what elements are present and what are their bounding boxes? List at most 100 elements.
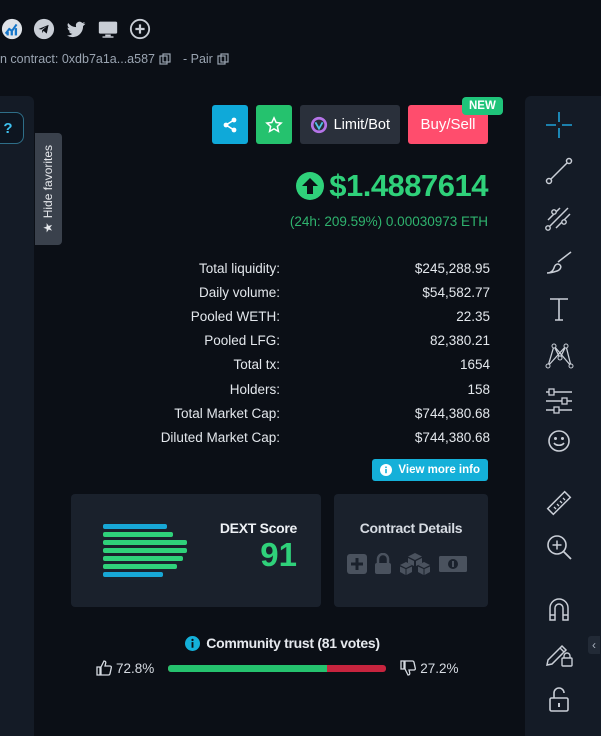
info-circle-icon[interactable] xyxy=(185,635,201,651)
pattern-tool[interactable] xyxy=(542,338,576,372)
emoji-tool[interactable] xyxy=(542,424,576,458)
view-more-info-button[interactable]: View more info xyxy=(372,459,488,481)
contract-details-card[interactable]: Contract Details xyxy=(334,494,488,607)
stat-value: $245,288.95 xyxy=(414,260,490,276)
thumbs-down-icon[interactable] xyxy=(400,660,417,676)
cubes-icon xyxy=(400,553,430,575)
fib-icon xyxy=(545,207,571,231)
star-icon: ★ xyxy=(41,222,56,234)
contract-address-line: n contract: 0xdb7a1a...a587 - Pair xyxy=(0,52,229,66)
arrow-up-circle-icon xyxy=(296,172,325,200)
brush-tool[interactable] xyxy=(542,246,576,280)
new-badge: NEW xyxy=(462,97,503,115)
stat-row-total-tx: Total tx: 1654 xyxy=(110,353,490,377)
trend-line-icon xyxy=(545,157,573,185)
stat-row-liquidity: Total liquidity: $245,288.95 xyxy=(110,256,490,280)
dext-score-label: DEXT Score xyxy=(219,520,297,536)
contract-details-label: Contract Details xyxy=(359,520,463,536)
unlock-icon xyxy=(549,687,569,712)
dext-score-card[interactable]: DEXT Score 91 xyxy=(71,494,321,607)
stat-value: 158 xyxy=(467,381,490,397)
crosshair-tool[interactable] xyxy=(542,108,576,142)
lock-icon xyxy=(375,553,391,574)
brush-icon xyxy=(546,251,572,274)
zoom-in-icon xyxy=(547,535,572,560)
stat-row-holders: Holders: 158 xyxy=(110,377,490,401)
community-trust-title: Community trust (81 votes) xyxy=(0,635,601,651)
stat-row-pooled-weth: Pooled WETH: 22.35 xyxy=(110,304,490,328)
stat-value: $744,380.68 xyxy=(414,429,490,445)
fib-tool[interactable] xyxy=(542,200,576,234)
social-icon-bar xyxy=(0,16,152,42)
stat-label: Diluted Market Cap: xyxy=(160,429,280,445)
magnet-tool[interactable] xyxy=(542,592,576,626)
info-icon xyxy=(380,464,393,476)
limit-bot-label: Limit/Bot xyxy=(333,116,390,133)
help-button[interactable]: ? xyxy=(0,112,24,144)
trust-up-percent: 72.8% xyxy=(116,660,155,676)
copy-contract-icon[interactable] xyxy=(159,53,171,65)
share-icon xyxy=(223,117,236,132)
chart-logo-icon[interactable] xyxy=(0,17,24,41)
prediction-tool[interactable] xyxy=(542,384,576,418)
stat-label: Daily volume: xyxy=(198,284,280,300)
pair-label: - Pair xyxy=(182,52,213,66)
price-row: $1.4887614 xyxy=(295,168,488,204)
token-stats: Total liquidity: $245,288.95 Daily volume… xyxy=(110,256,490,450)
lock-pencil-icon xyxy=(546,644,573,667)
stat-label: Pooled WETH: xyxy=(190,308,280,324)
buy-sell-label: Buy/Sell xyxy=(420,116,476,133)
contract-icons xyxy=(346,552,468,576)
star-outline-icon xyxy=(264,115,283,133)
copy-pair-icon[interactable] xyxy=(217,53,229,65)
share-button[interactable] xyxy=(211,105,248,144)
stat-label: Holders: xyxy=(229,381,280,397)
ruler-tool[interactable] xyxy=(542,486,576,520)
stat-value: $54,582.77 xyxy=(422,284,490,300)
twitter-icon[interactable] xyxy=(64,17,88,41)
website-icon[interactable] xyxy=(96,17,120,41)
telegram-icon[interactable] xyxy=(32,17,56,41)
stat-row-pooled-lfg: Pooled LFG: 82,380.21 xyxy=(110,329,490,353)
add-link-icon[interactable] xyxy=(128,17,152,41)
stat-row-diluted-cap: Diluted Market Cap: $744,380.68 xyxy=(110,425,490,449)
contract-address-text: n contract: 0xdb7a1a...a587 xyxy=(0,52,155,66)
bot-logo-icon xyxy=(310,116,327,133)
dext-score-bars-icon xyxy=(103,524,187,577)
stat-row-market-cap: Total Market Cap: $744,380.68 xyxy=(110,401,490,425)
crosshair-icon xyxy=(546,112,572,138)
ruler-icon xyxy=(546,490,572,516)
limit-bot-button[interactable]: Limit/Bot xyxy=(299,105,400,144)
price-change: (24h: 209.59%) 0.00030973 ETH xyxy=(289,214,488,229)
money-bill-icon xyxy=(439,556,467,572)
price-value: $1.4887614 xyxy=(329,168,488,203)
stat-label: Pooled LFG: xyxy=(204,333,280,349)
lock-drawings-tool[interactable] xyxy=(542,636,576,670)
stat-label: Total tx: xyxy=(233,357,280,373)
view-more-info-label: View more info xyxy=(398,464,480,476)
hide-favorites-label: Hide favorites xyxy=(41,144,56,219)
unlock-tool[interactable] xyxy=(542,682,576,716)
thumbs-up-icon[interactable] xyxy=(96,660,112,676)
community-trust-label: Community trust (81 votes) xyxy=(206,635,380,651)
chevron-left-icon: ‹ xyxy=(592,638,596,652)
trend-line-tool[interactable] xyxy=(542,154,576,188)
stat-value: $744,380.68 xyxy=(414,405,490,421)
emoji-icon xyxy=(548,430,570,452)
trust-ratio-fill xyxy=(168,664,327,672)
plus-square-icon xyxy=(347,554,367,574)
text-tool[interactable] xyxy=(542,292,576,326)
action-buttons: Limit/Bot Buy/Sell xyxy=(211,105,488,144)
stat-row-volume: Daily volume: $54,582.77 xyxy=(110,280,490,304)
community-trust-bar: 72.8% 27.2% xyxy=(96,660,459,676)
zoom-in-tool[interactable] xyxy=(542,530,576,564)
text-icon xyxy=(550,298,568,321)
favorite-button[interactable] xyxy=(255,105,292,144)
pattern-icon xyxy=(545,343,574,369)
stat-value: 82,380.21 xyxy=(429,333,490,349)
hide-favorites-tab[interactable]: ★ Hide favorites xyxy=(35,133,62,245)
stat-value: 1654 xyxy=(459,357,490,373)
magnet-icon xyxy=(549,598,569,621)
stat-label: Total Market Cap: xyxy=(174,405,280,421)
toolbar-collapse-button[interactable]: ‹ xyxy=(588,636,600,654)
